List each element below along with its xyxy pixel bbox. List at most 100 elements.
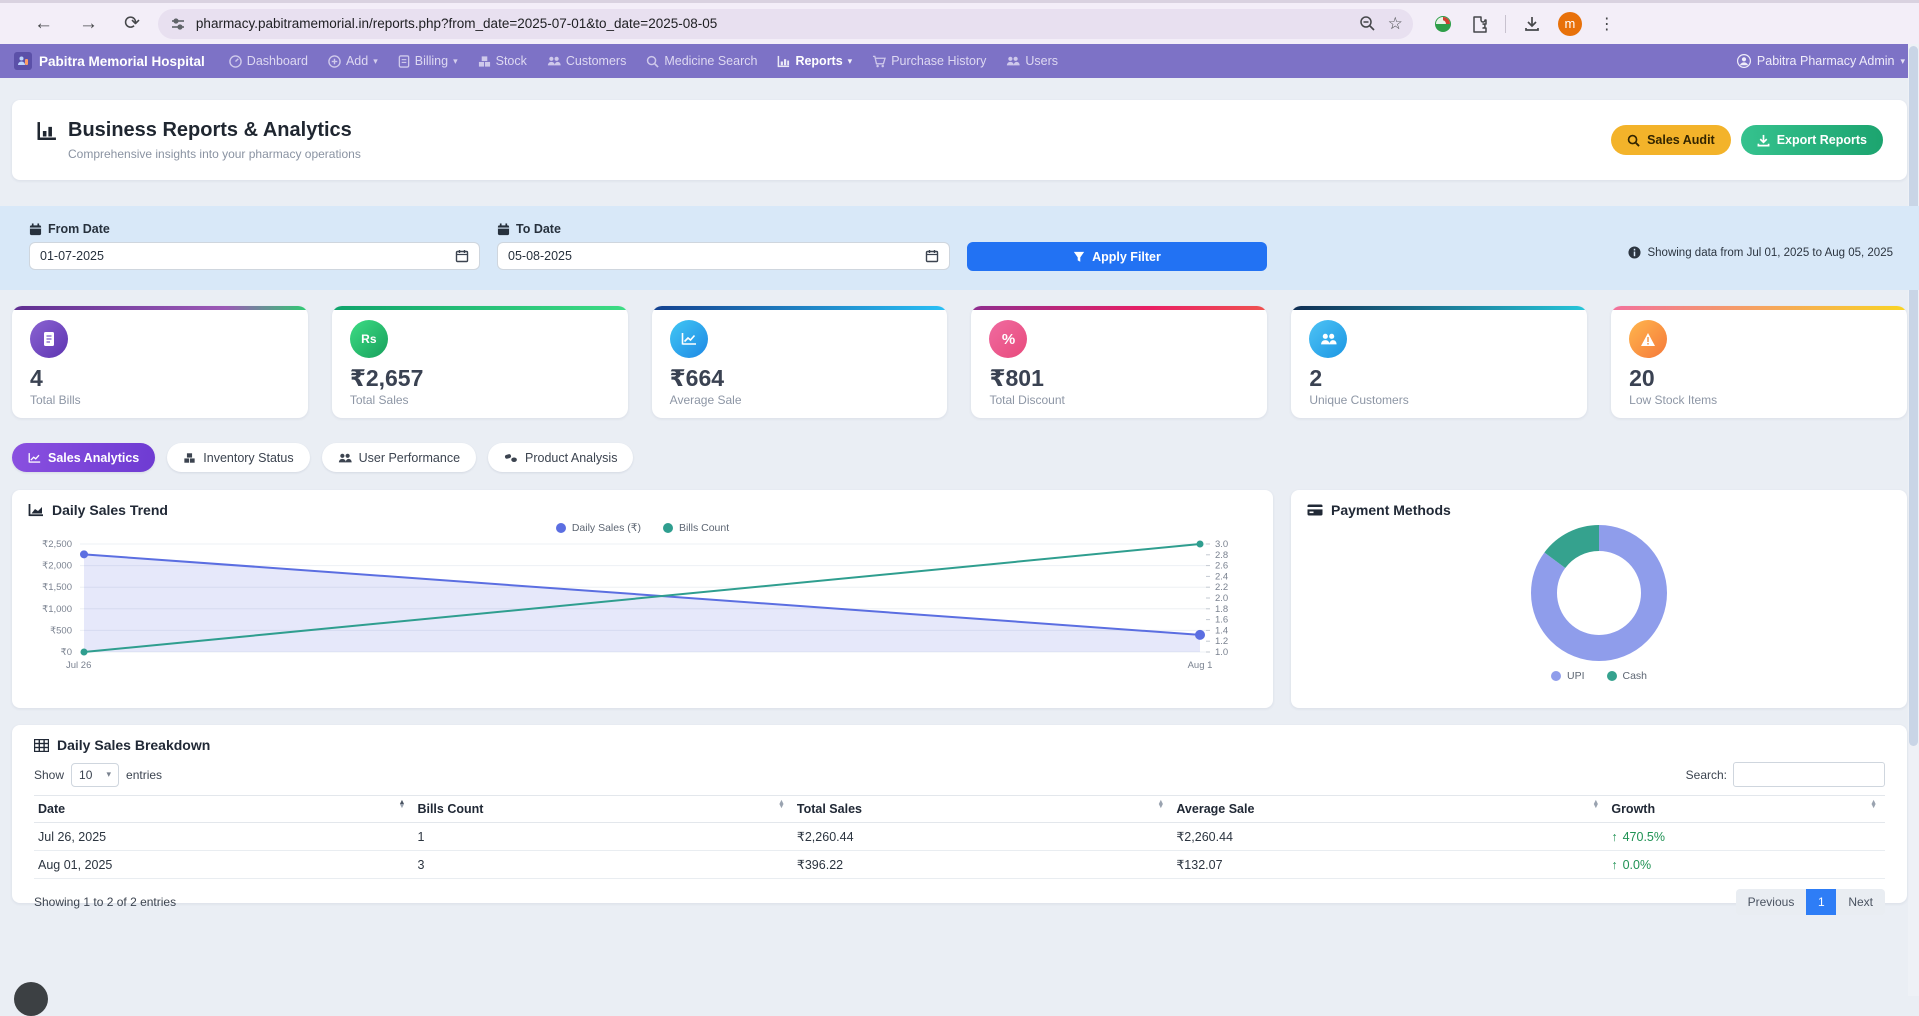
browser-menu-icon[interactable]: ⋮	[1599, 14, 1615, 34]
tab-sales-analytics[interactable]: Sales Analytics	[12, 443, 155, 472]
svg-text:2.4: 2.4	[1215, 571, 1228, 582]
nav-medicine-search[interactable]: Medicine Search	[638, 49, 765, 73]
analytics-icon	[36, 120, 58, 142]
date-picker-icon[interactable]	[455, 249, 469, 263]
users-icon	[1309, 320, 1347, 358]
table-row: Jul 26, 2025 1 ₹2,260.44 ₹2,260.44 ↑470.…	[34, 823, 1885, 851]
cell-date: Jul 26, 2025	[34, 823, 413, 851]
nav-reports[interactable]: Reports▾	[769, 49, 860, 73]
chevron-down-icon: ▾	[848, 56, 853, 67]
hospital-logo-icon	[14, 52, 32, 70]
sales-audit-button[interactable]: Sales Audit	[1611, 125, 1731, 155]
legend-dot	[663, 523, 673, 533]
dashboard-icon	[229, 55, 242, 68]
browser-profile-avatar[interactable]: m	[1558, 12, 1582, 36]
extensions-puzzle-icon[interactable]	[1470, 15, 1488, 33]
table-search-input[interactable]	[1733, 762, 1885, 787]
browser-toolbar: ← → ⟳ pharmacy.pabitramemorial.in/report…	[0, 0, 1919, 44]
idm-extension-icon[interactable]	[1433, 14, 1453, 34]
daily-sales-trend-panel: Daily Sales Trend Daily Sales (₹) Bills …	[12, 490, 1273, 708]
page-size-select[interactable]: 10▾	[71, 763, 119, 787]
calendar-icon	[29, 223, 42, 236]
nav-stock[interactable]: Stock	[470, 49, 535, 73]
cell-growth: ↑0.0%	[1607, 851, 1885, 879]
stat-value: ₹664	[670, 366, 930, 391]
pagination: Previous 1 Next	[1736, 889, 1885, 915]
tab-user-performance[interactable]: User Performance	[322, 443, 476, 472]
page-scrollbar[interactable]	[1908, 44, 1919, 996]
svg-text:1.2: 1.2	[1215, 636, 1228, 647]
zoom-out-icon[interactable]	[1359, 15, 1376, 32]
toolbar-divider	[1505, 15, 1506, 33]
nav-users[interactable]: Users	[998, 49, 1066, 73]
cell-total: ₹2,260.44	[793, 823, 1172, 851]
chevron-down-icon: ▾	[373, 56, 378, 67]
nav-add[interactable]: Add▾	[320, 49, 386, 73]
nav-billing[interactable]: Billing▾	[390, 49, 466, 73]
from-date-input[interactable]	[29, 242, 480, 270]
stat-card-unique-customers: 2 Unique Customers	[1291, 306, 1587, 418]
column-header-growth[interactable]: Growth▲▼	[1607, 796, 1885, 823]
search-label: Search:	[1686, 768, 1727, 782]
site-settings-icon[interactable]	[170, 16, 186, 32]
back-icon[interactable]: ←	[34, 14, 53, 33]
cell-total: ₹396.22	[793, 851, 1172, 879]
legend-daily-sales[interactable]: Daily Sales (₹)	[556, 522, 641, 534]
stat-label: Low Stock Items	[1629, 393, 1889, 407]
stat-card-low-stock: 20 Low Stock Items	[1611, 306, 1907, 418]
payment-legend: UPI Cash	[1551, 670, 1647, 682]
export-reports-button[interactable]: Export Reports	[1741, 125, 1883, 155]
address-bar[interactable]: pharmacy.pabitramemorial.in/reports.php?…	[158, 9, 1413, 39]
user-menu[interactable]: Pabitra Pharmacy Admin▾	[1737, 54, 1905, 68]
cart-icon	[872, 55, 886, 68]
cell-average: ₹132.07	[1172, 851, 1607, 879]
url-text[interactable]: pharmacy.pabitramemorial.in/reports.php?…	[196, 16, 1347, 31]
stat-label: Total Sales	[350, 393, 610, 407]
column-header-bills-count[interactable]: Bills Count▲▼	[413, 796, 792, 823]
page-subtitle: Comprehensive insights into your pharmac…	[68, 147, 1611, 161]
column-header-average-sale[interactable]: Average Sale▲▼	[1172, 796, 1607, 823]
chart-title: Payment Methods	[1331, 502, 1451, 518]
stat-card-average-sale: ₹664 Average Sale	[652, 306, 948, 418]
to-date-input[interactable]	[497, 242, 950, 270]
floating-widget[interactable]	[14, 982, 48, 1016]
column-header-date[interactable]: Date▲▼	[34, 796, 413, 823]
brand[interactable]: Pabitra Memorial Hospital	[14, 52, 205, 70]
stat-value: ₹2,657	[350, 366, 610, 391]
forward-icon[interactable]: →	[79, 14, 98, 33]
chevron-down-icon: ▾	[107, 769, 112, 780]
date-picker-icon[interactable]	[925, 249, 939, 263]
page-1-button[interactable]: 1	[1806, 889, 1836, 915]
nav-dashboard[interactable]: Dashboard	[221, 49, 316, 73]
file-invoice-icon	[398, 55, 410, 68]
table-title: Daily Sales Breakdown	[57, 737, 210, 753]
downloads-icon[interactable]	[1523, 15, 1541, 33]
legend-bills-count[interactable]: Bills Count	[663, 522, 729, 534]
next-page-button[interactable]: Next	[1836, 889, 1885, 915]
legend-cash[interactable]: Cash	[1607, 670, 1648, 682]
chart-line-icon	[670, 320, 708, 358]
legend-dot	[1607, 671, 1617, 681]
legend-upi[interactable]: UPI	[1551, 670, 1585, 682]
donut-chart	[1524, 518, 1674, 668]
previous-page-button[interactable]: Previous	[1736, 889, 1807, 915]
stat-card-total-bills: 4 Total Bills	[12, 306, 308, 418]
stat-value: 4	[30, 366, 290, 391]
tab-inventory-status[interactable]: Inventory Status	[167, 443, 309, 472]
column-header-total-sales[interactable]: Total Sales▲▼	[793, 796, 1172, 823]
cell-bills: 1	[413, 823, 792, 851]
scrollbar-thumb[interactable]	[1909, 46, 1918, 746]
tab-product-analysis[interactable]: Product Analysis	[488, 443, 633, 472]
cell-date: Aug 01, 2025	[34, 851, 413, 879]
reload-icon[interactable]: ⟳	[124, 14, 140, 33]
nav-purchase-history[interactable]: Purchase History	[864, 49, 994, 73]
sort-icon: ▲▼	[399, 801, 406, 809]
bookmark-star-icon[interactable]: ☆	[1388, 14, 1403, 34]
apply-filter-button[interactable]: Apply Filter	[967, 242, 1267, 271]
funnel-icon	[1073, 251, 1085, 263]
chevron-down-icon: ▾	[453, 56, 458, 67]
svg-text:3.0: 3.0	[1215, 539, 1228, 550]
table-row: Aug 01, 2025 3 ₹396.22 ₹132.07 ↑0.0%	[34, 851, 1885, 879]
nav-customers[interactable]: Customers	[539, 49, 634, 73]
entries-summary: Showing 1 to 2 of 2 entries	[34, 895, 176, 909]
